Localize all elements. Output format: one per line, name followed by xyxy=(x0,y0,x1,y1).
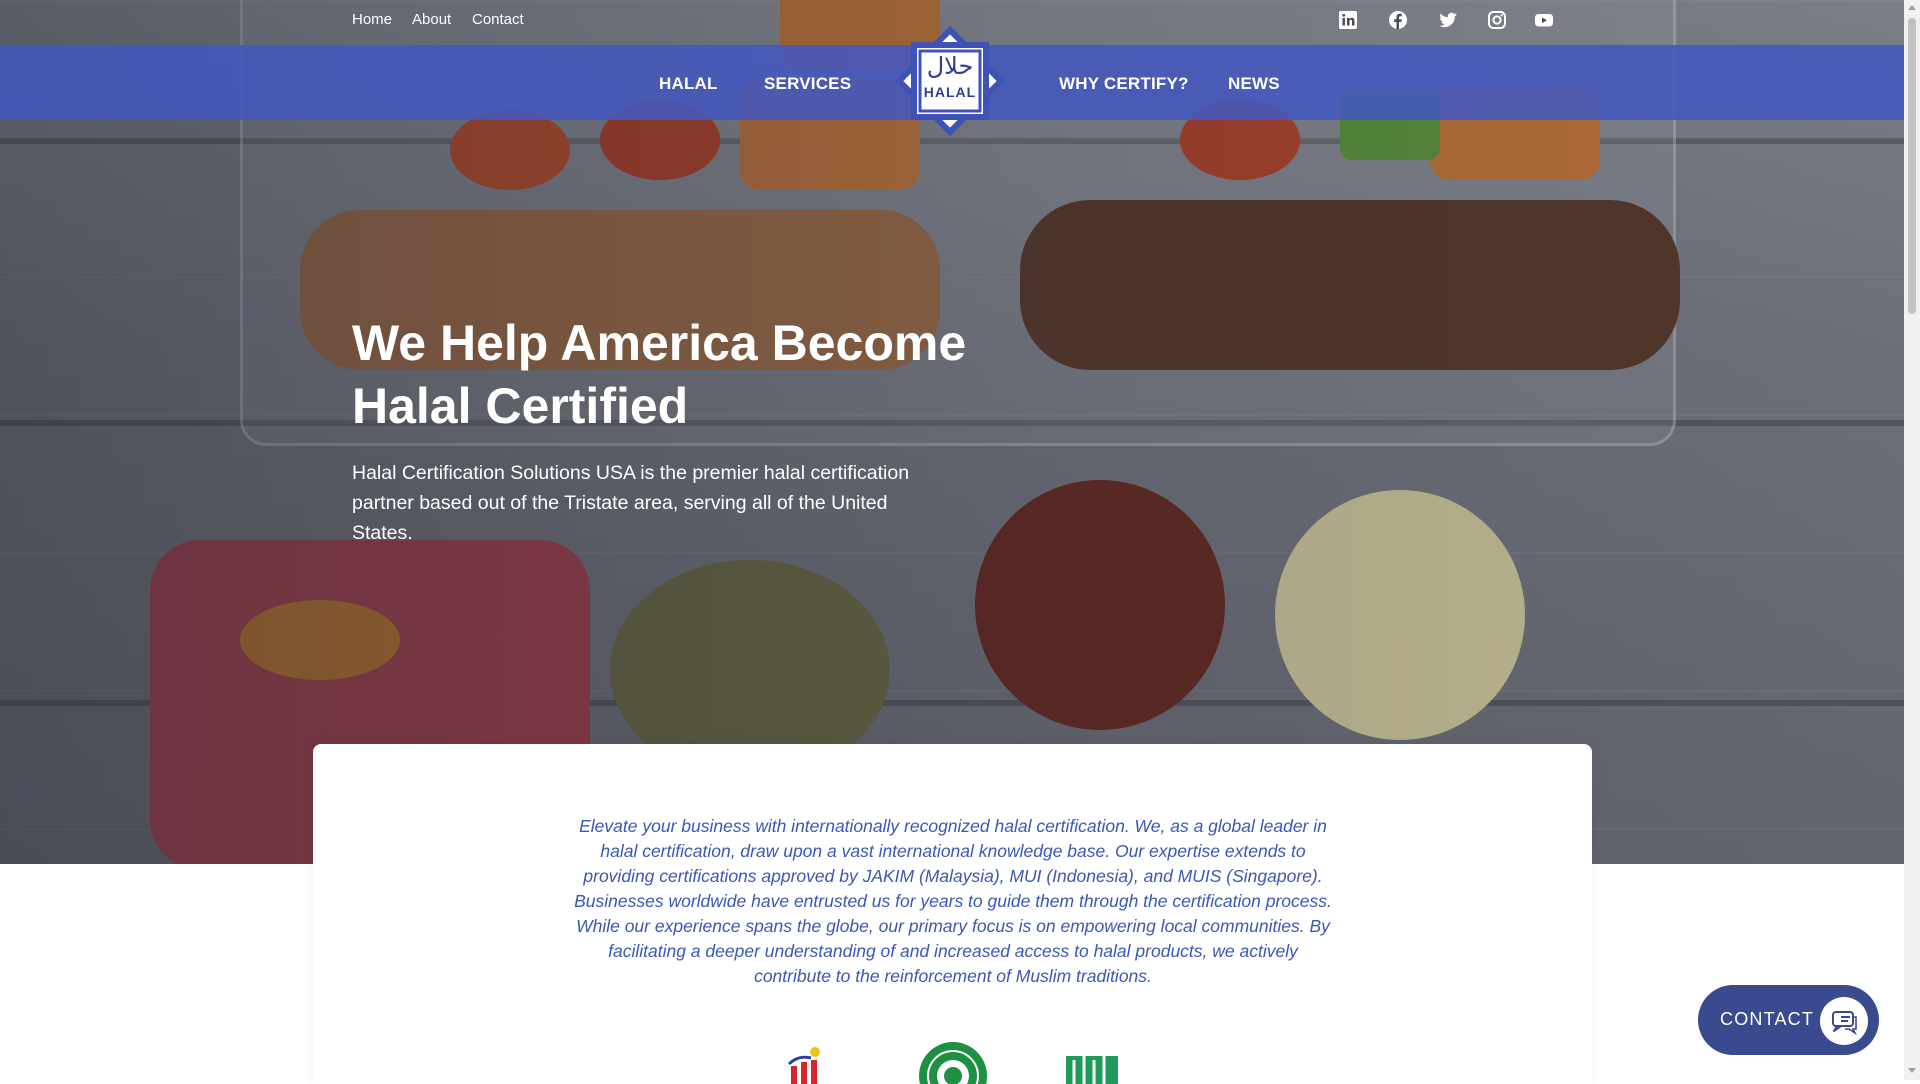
linkedin-icon[interactable] xyxy=(1338,10,1358,30)
logo-arabic-text: حلال xyxy=(926,52,974,80)
scrollbar-thumb[interactable] xyxy=(1908,18,1916,314)
scroll-down-arrow[interactable] xyxy=(1908,1068,1916,1073)
contact-floating-button[interactable]: CONTACT xyxy=(1698,985,1879,1055)
top-link-about[interactable]: About xyxy=(412,11,451,28)
halal-logo[interactable]: حلال HALAL xyxy=(887,18,1013,144)
nav-item-services[interactable]: SERVICES xyxy=(764,74,851,94)
nav-item-news[interactable]: NEWS xyxy=(1228,74,1280,94)
halal-star-icon xyxy=(894,25,1006,137)
instagram-icon[interactable] xyxy=(1487,10,1507,30)
jakim-logo xyxy=(787,1047,820,1084)
hero-headline-line: Halal Certified xyxy=(352,378,689,434)
contact-button-label: CONTACT xyxy=(1720,1009,1815,1029)
hero-headline: We Help America Become Halal Certified xyxy=(352,312,992,438)
top-link-contact[interactable]: Contact xyxy=(472,11,524,28)
chat-icon xyxy=(1820,997,1868,1045)
mui-logo xyxy=(919,1042,987,1084)
scroll-up-arrow[interactable] xyxy=(1908,5,1916,10)
hero-lead-text: Halal Certification Solutions USA is the… xyxy=(352,462,910,544)
hero-headline-line: We Help America Become xyxy=(352,315,967,371)
logo-halal-text: HALAL xyxy=(923,84,977,100)
youtube-icon[interactable] xyxy=(1534,10,1554,30)
page-scrollbar[interactable] xyxy=(1904,0,1920,1080)
top-link-home[interactable]: Home xyxy=(352,11,392,28)
intro-text: Elevate your business with international… xyxy=(574,816,1332,986)
facebook-icon[interactable] xyxy=(1388,10,1408,30)
twitter-icon[interactable] xyxy=(1438,10,1458,30)
nav-item-why-certify[interactable]: WHY CERTIFY? xyxy=(1059,74,1189,94)
intro-card: Elevate your business with international… xyxy=(313,744,1592,1084)
muis-logo xyxy=(1066,1054,1118,1084)
nav-item-halal[interactable]: HALAL xyxy=(659,74,718,94)
